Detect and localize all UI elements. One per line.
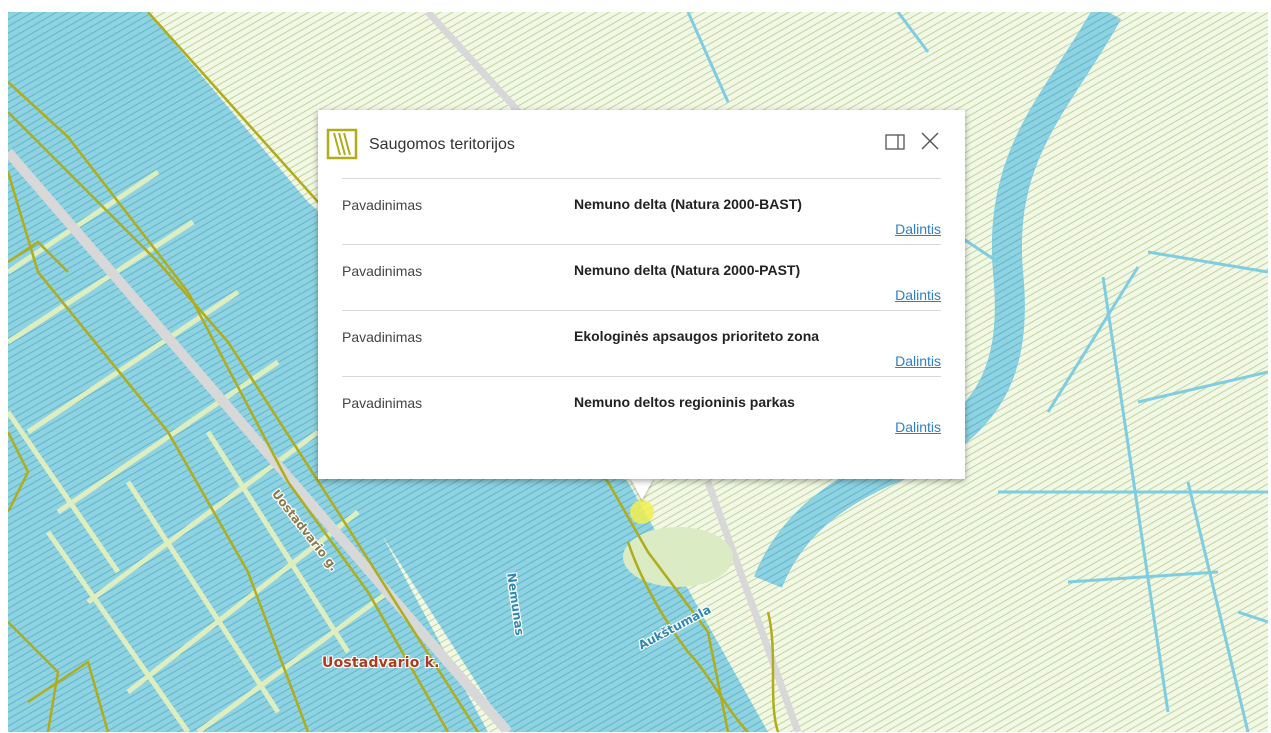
close-button[interactable] <box>919 130 941 152</box>
dock-panel-button[interactable] <box>885 132 905 152</box>
close-icon <box>921 132 939 150</box>
selected-point-highlight <box>630 500 654 524</box>
attribute-row: Pavadinimas Nemuno delta (Natura 2000-BA… <box>342 178 941 244</box>
protected-area-layer-icon <box>326 128 358 160</box>
field-value: Ekologinės apsaugos prioriteto zona <box>574 328 820 344</box>
dock-panel-icon <box>885 134 905 150</box>
share-link[interactable]: Dalintis <box>895 419 941 435</box>
identify-popup: Saugomos teritorijos Pavadinimas Nemuno … <box>318 110 965 479</box>
attribute-row: Pavadinimas Nemuno delta (Natura 2000-PA… <box>342 244 941 310</box>
popup-title: Saugomos teritorijos <box>369 136 515 153</box>
village-label: Uostadvario k. <box>322 655 440 671</box>
attribute-list: Pavadinimas Nemuno delta (Natura 2000-BA… <box>342 178 941 442</box>
field-value: Nemuno deltos regioninis parkas <box>574 394 795 410</box>
field-label: Pavadinimas <box>342 395 423 411</box>
field-value: Nemuno delta (Natura 2000-PAST) <box>574 262 801 278</box>
attribute-row: Pavadinimas Ekologinės apsaugos priorite… <box>342 310 941 376</box>
field-label: Pavadinimas <box>342 197 423 213</box>
share-link[interactable]: Dalintis <box>895 287 941 303</box>
attribute-row: Pavadinimas Nemuno deltos regioninis par… <box>342 376 941 442</box>
popup-header: Saugomos teritorijos <box>326 128 941 162</box>
field-value: Nemuno delta (Natura 2000-BAST) <box>574 196 802 212</box>
popup-pointer <box>630 478 654 500</box>
field-label: Pavadinimas <box>342 329 423 345</box>
share-link[interactable]: Dalintis <box>895 353 941 369</box>
field-label: Pavadinimas <box>342 263 423 279</box>
share-link[interactable]: Dalintis <box>895 221 941 237</box>
